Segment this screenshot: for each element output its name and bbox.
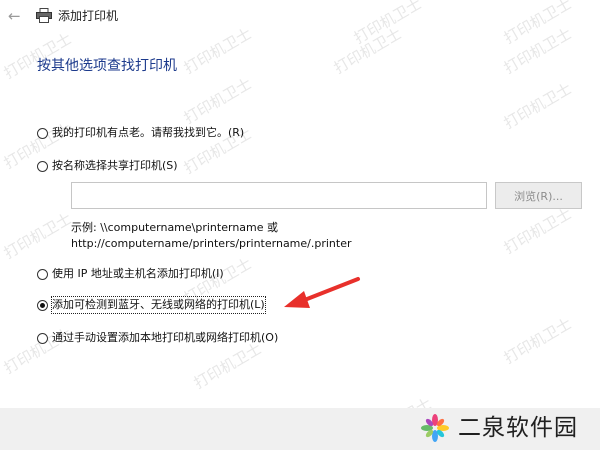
option-label: 使用 IP 地址或主机名添加打印机(I) (52, 267, 224, 280)
radio-button[interactable] (37, 268, 48, 280)
page-heading: 按其他选项查找打印机 (37, 58, 177, 74)
radio-button[interactable] (37, 160, 48, 172)
title-bar: ← 添加打印机 (0, 0, 600, 34)
browse-button[interactable]: 浏览(R)... (495, 182, 582, 209)
printer-icon (36, 8, 52, 23)
option-shared-printer[interactable]: 按名称选择共享打印机(S) (37, 157, 178, 175)
option-label: 通过手动设置添加本地打印机或网络打印机(O) (52, 331, 279, 344)
watermark-text: 打印机卫士 (180, 74, 255, 128)
watermark-text: 打印机卫士 (500, 314, 575, 368)
example-text-line-2: http://computername/printers/printername… (71, 237, 352, 250)
logo-text: 二泉软件园 (458, 415, 578, 441)
option-old-printer[interactable]: 我的打印机有点老。请帮我找到它。(R) (37, 124, 244, 142)
radio-button[interactable] (37, 127, 48, 139)
example-text-line-1: 示例: \\computername\printername 或 (71, 221, 279, 234)
option-ip-address[interactable]: 使用 IP 地址或主机名添加打印机(I) (37, 265, 224, 283)
radio-button[interactable] (37, 332, 48, 344)
annotation-arrow-icon (284, 277, 360, 308)
option-label: 按名称选择共享打印机(S) (52, 159, 178, 172)
watermark-text: 打印机卫士 (500, 204, 575, 258)
watermark-text: 打印机卫士 (0, 209, 75, 263)
option-manual-local-network[interactable]: 通过手动设置添加本地打印机或网络打印机(O) (37, 329, 278, 347)
radio-button-selected[interactable] (37, 299, 48, 311)
window-title: 添加打印机 (58, 9, 119, 23)
option-label: 添加可检测到蓝牙、无线或网络的打印机(L) (51, 296, 266, 314)
site-logo: 二泉软件园 (420, 410, 595, 446)
flower-logo-icon (421, 414, 449, 442)
back-arrow-icon[interactable]: ← (8, 6, 21, 26)
option-label: 我的打印机有点老。请帮我找到它。(R) (52, 126, 245, 139)
option-bluetooth-wireless-network[interactable]: 添加可检测到蓝牙、无线或网络的打印机(L) (37, 296, 266, 314)
watermark-text: 打印机卫士 (500, 79, 575, 133)
shared-printer-name-input[interactable] (71, 182, 487, 209)
